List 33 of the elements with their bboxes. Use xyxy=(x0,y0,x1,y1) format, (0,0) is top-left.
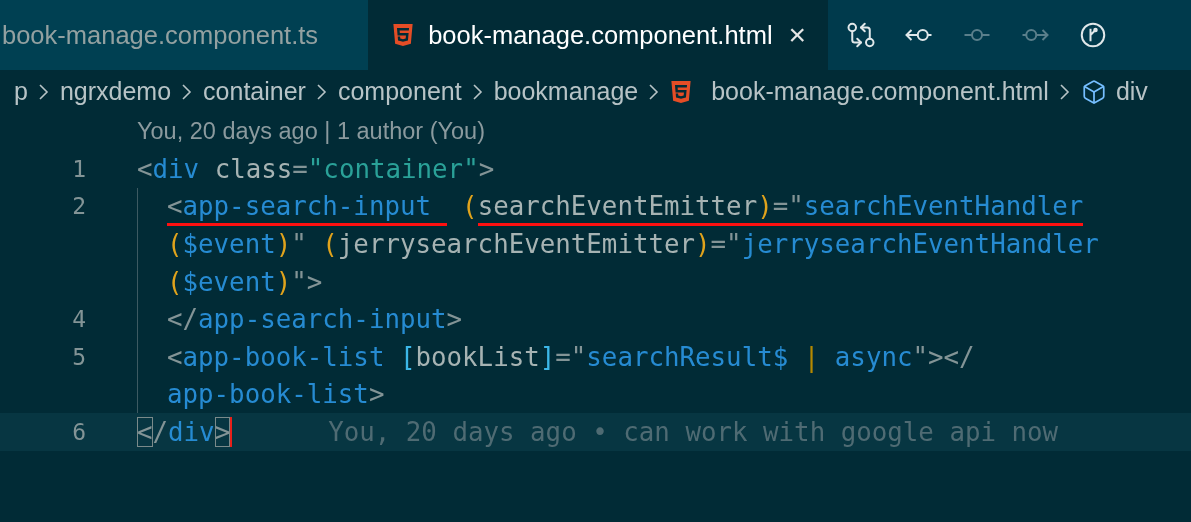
cube-icon xyxy=(1080,78,1107,105)
editor-tab[interactable]: book-manage.component.html × xyxy=(368,0,829,70)
close-icon[interactable]: × xyxy=(788,18,807,52)
chevron-icon xyxy=(470,81,485,102)
code-line: </app-search-input> xyxy=(167,303,463,337)
chevron-icon xyxy=(1057,81,1072,102)
editor-tab[interactable]: book-manage.component.ts xyxy=(0,0,369,70)
inline-blame: You, 20 days ago • can work with google api now xyxy=(328,416,1059,447)
code-line: app-book-list> xyxy=(167,378,385,412)
breadcrumb-item[interactable]: book-manage.component.html xyxy=(711,77,1049,106)
code-line: </div> xyxy=(137,415,231,449)
code-line: <app-search-input (searchEventEmitter)="searchEventHandler xyxy=(167,187,1084,226)
code-line: ($event)"> xyxy=(167,265,323,299)
code-line: <app-book-list [bookList]="searchResult$ | async"></ xyxy=(167,340,975,375)
line-number: 6 xyxy=(71,418,86,445)
chevron-icon xyxy=(36,81,51,102)
breadcrumb-item[interactable]: container xyxy=(203,77,306,106)
breadcrumb-item[interactable]: bookmanage xyxy=(493,77,639,106)
codelens-text[interactable]: You, 20 days ago | 1 author (You) xyxy=(0,113,1191,150)
breadcrumb-item[interactable]: div xyxy=(1115,77,1148,106)
compare-changes-icon xyxy=(846,20,877,50)
chevron-icon xyxy=(314,81,329,102)
code-line: <div class="container"> xyxy=(137,152,495,186)
code-line: ($event)" (jerrysearchEventEmitter)="jerrysearchEventHandler xyxy=(167,228,1099,261)
line-number: 1 xyxy=(71,155,86,182)
breadcrumb-item[interactable]: p xyxy=(14,77,28,106)
html-file-icon xyxy=(670,80,693,103)
line-number: 5 xyxy=(71,343,86,370)
html-file-icon xyxy=(392,24,415,46)
line-number: 2 xyxy=(71,193,86,220)
line-number: 4 xyxy=(71,306,86,333)
breadcrumb-item[interactable]: ngrxdemo xyxy=(59,77,172,106)
breadcrumb-item[interactable]: component xyxy=(337,77,462,106)
